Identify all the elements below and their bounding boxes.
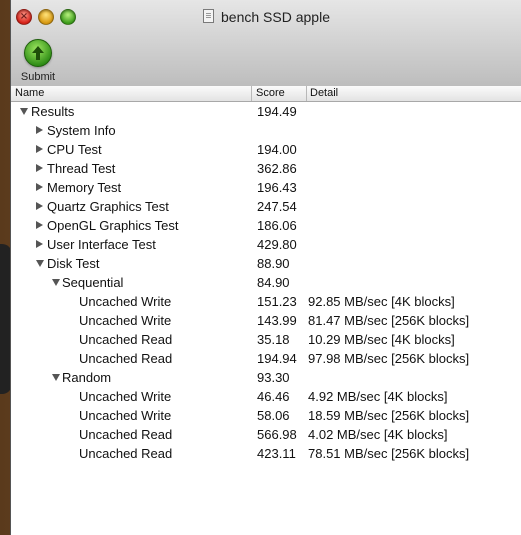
window-title-text: bench SSD apple bbox=[221, 9, 330, 25]
column-header-score[interactable]: Score bbox=[256, 87, 285, 99]
column-divider[interactable] bbox=[251, 86, 252, 101]
row-score: 143.99 bbox=[257, 313, 297, 328]
row-score: 194.94 bbox=[257, 351, 297, 366]
row-score: 151.23 bbox=[257, 294, 297, 309]
row-score: 194.00 bbox=[257, 142, 297, 157]
column-header-detail[interactable]: Detail bbox=[310, 87, 338, 99]
table-row[interactable]: Uncached Write 151.23 92.85 MB/sec [4K blo… bbox=[11, 292, 521, 311]
table-row[interactable]: Memory Test 196.43 bbox=[11, 178, 521, 197]
row-score: 566.98 bbox=[257, 427, 297, 442]
table-row[interactable]: Sequential 84.90 bbox=[11, 273, 521, 292]
table-row[interactable]: CPU Test 194.00 bbox=[11, 140, 521, 159]
row-detail: 10.29 MB/sec [4K blocks] bbox=[308, 332, 455, 347]
row-name: System Info bbox=[47, 123, 116, 138]
table-row[interactable]: Uncached Write 143.99 81.47 MB/sec [256K b… bbox=[11, 311, 521, 330]
column-divider[interactable] bbox=[306, 86, 307, 101]
table-row[interactable]: System Info bbox=[11, 121, 521, 140]
row-score: 84.90 bbox=[257, 275, 290, 290]
row-name: CPU Test bbox=[47, 142, 102, 157]
table-row[interactable]: Uncached Read 423.11 78.51 MB/sec [256K bl… bbox=[11, 444, 521, 463]
window-title: bench SSD apple bbox=[11, 9, 521, 25]
disclosure-collapsed-icon[interactable] bbox=[36, 145, 43, 153]
disclosure-collapsed-icon[interactable] bbox=[36, 126, 43, 134]
row-name: Uncached Write bbox=[79, 294, 172, 309]
row-detail: 18.59 MB/sec [256K blocks] bbox=[308, 408, 470, 423]
submit-button[interactable]: Submit bbox=[17, 39, 59, 83]
document-icon bbox=[203, 9, 215, 23]
row-detail: 81.47 MB/sec [256K blocks] bbox=[308, 313, 470, 328]
row-score: 46.46 bbox=[257, 389, 290, 404]
row-score: 247.54 bbox=[257, 199, 297, 214]
row-name: Uncached Write bbox=[79, 408, 172, 423]
row-name: Sequential bbox=[62, 275, 124, 290]
row-name: Uncached Write bbox=[79, 313, 172, 328]
title-toolbar: × bench SSD apple Submit bbox=[11, 0, 521, 87]
row-name: Memory Test bbox=[47, 180, 122, 195]
disclosure-expanded-icon[interactable] bbox=[52, 279, 60, 286]
row-name: OpenGL Graphics Test bbox=[47, 218, 179, 233]
upload-arrow-icon bbox=[24, 39, 52, 67]
row-detail: 92.85 MB/sec [4K blocks] bbox=[308, 294, 455, 309]
row-name: User Interface Test bbox=[47, 237, 156, 252]
table-row[interactable]: Thread Test 362.86 bbox=[11, 159, 521, 178]
row-score: 93.30 bbox=[257, 370, 290, 385]
row-name: Results bbox=[31, 104, 75, 119]
row-score: 362.86 bbox=[257, 161, 297, 176]
disclosure-collapsed-icon[interactable] bbox=[36, 221, 43, 229]
row-name: Uncached Read bbox=[79, 446, 173, 461]
benchmark-window: × bench SSD apple Submit Name Score Deta… bbox=[10, 0, 521, 535]
submit-label: Submit bbox=[20, 71, 56, 83]
row-name: Disk Test bbox=[47, 256, 100, 271]
table-row[interactable]: Disk Test 88.90 bbox=[11, 254, 521, 273]
row-score: 35.18 bbox=[257, 332, 290, 347]
row-name: Uncached Read bbox=[79, 332, 173, 347]
disclosure-collapsed-icon[interactable] bbox=[36, 240, 43, 248]
disclosure-expanded-icon[interactable] bbox=[36, 260, 44, 267]
disclosure-collapsed-icon[interactable] bbox=[36, 202, 43, 210]
row-score: 58.06 bbox=[257, 408, 290, 423]
row-name: Random bbox=[62, 370, 112, 385]
row-score: 423.11 bbox=[257, 446, 296, 461]
table-row[interactable]: Uncached Read 35.18 10.29 MB/sec [4K block… bbox=[11, 330, 521, 349]
row-name: Uncached Read bbox=[79, 351, 173, 366]
row-name: Uncached Read bbox=[79, 427, 173, 442]
disclosure-collapsed-icon[interactable] bbox=[36, 183, 43, 191]
table-row[interactable]: Uncached Write 46.46 4.92 MB/sec [4K block… bbox=[11, 387, 521, 406]
row-score: 194.49 bbox=[257, 104, 297, 119]
row-detail: 97.98 MB/sec [256K blocks] bbox=[308, 351, 470, 366]
column-header-row: Name Score Detail bbox=[11, 86, 521, 102]
row-score: 186.06 bbox=[257, 218, 297, 233]
table-row[interactable]: Uncached Read 566.98 4.02 MB/sec [4K block… bbox=[11, 425, 521, 444]
table-row[interactable]: OpenGL Graphics Test 186.06 bbox=[11, 216, 521, 235]
table-row[interactable]: Quartz Graphics Test 247.54 bbox=[11, 197, 521, 216]
table-row[interactable]: Random 93.30 bbox=[11, 368, 521, 387]
row-detail: 4.02 MB/sec [4K blocks] bbox=[308, 427, 448, 442]
table-row[interactable]: Uncached Write 58.06 18.59 MB/sec [256K bl… bbox=[11, 406, 521, 425]
table-row[interactable]: Uncached Read 194.94 97.98 MB/sec [256K bl… bbox=[11, 349, 521, 368]
row-score: 88.90 bbox=[257, 256, 290, 271]
row-detail: 78.51 MB/sec [256K blocks] bbox=[308, 446, 470, 461]
table-row[interactable]: Results 194.49 bbox=[11, 102, 521, 121]
row-name: Quartz Graphics Test bbox=[47, 199, 169, 214]
row-detail: 4.92 MB/sec [4K blocks] bbox=[308, 389, 448, 404]
row-name: Thread Test bbox=[47, 161, 116, 176]
disclosure-expanded-icon[interactable] bbox=[52, 374, 60, 381]
row-name: Uncached Write bbox=[79, 389, 172, 404]
table-row[interactable]: User Interface Test 429.80 bbox=[11, 235, 521, 254]
column-header-name[interactable]: Name bbox=[15, 87, 44, 99]
disclosure-collapsed-icon[interactable] bbox=[36, 164, 43, 172]
row-score: 429.80 bbox=[257, 237, 297, 252]
disclosure-expanded-icon[interactable] bbox=[20, 108, 28, 115]
row-score: 196.43 bbox=[257, 180, 297, 195]
